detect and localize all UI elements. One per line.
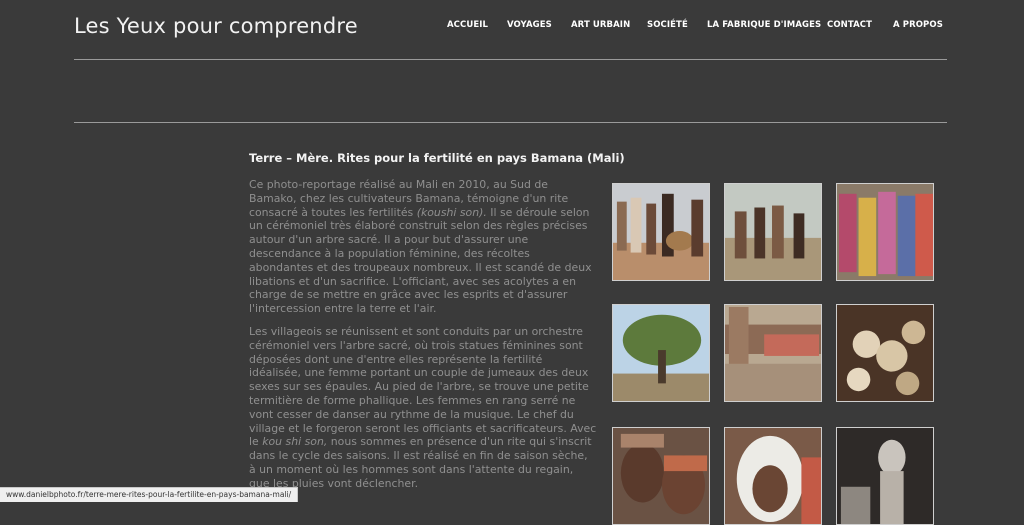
status-bar-url: www.danielbphoto.fr/terre-mere-rites-pou… [0, 487, 299, 502]
gallery-photo-dancers[interactable] [724, 183, 822, 281]
gallery-photo-women[interactable] [836, 183, 934, 281]
gallery-photo-bowls[interactable] [836, 304, 934, 402]
gallery-photo-drummers[interactable] [612, 183, 710, 281]
article-paragraph: Les villageois se réunissent et sont con… [249, 324, 597, 490]
nav-societe[interactable]: SOCIÉTÉ [647, 20, 688, 30]
nav-accueil[interactable]: ACCUEIL [447, 20, 488, 30]
gallery-photo-statue-crowd[interactable] [724, 304, 822, 402]
gallery-photo-wooden-statue[interactable] [836, 427, 934, 525]
header-divider [74, 59, 947, 60]
nav-art-urbain[interactable]: ART URBAIN [571, 20, 630, 30]
nav-contact[interactable]: CONTACT [827, 20, 872, 30]
nav-a-propos[interactable]: A PROPOS [893, 20, 943, 30]
nav-la-fabrique-d-images[interactable]: LA FABRIQUE D'IMAGES [707, 20, 821, 30]
article-paragraph: Ce photo-reportage réalisé au Mali en 20… [249, 178, 592, 316]
article-title: Terre – Mère. Rites pour la fertilité en… [249, 151, 625, 165]
gallery-photo-headscarf-woman[interactable] [724, 427, 822, 525]
gallery-photo-elderly-woman[interactable] [612, 427, 710, 525]
nav-voyages[interactable]: VOYAGES [507, 20, 552, 30]
main-nav: ACCUEIL VOYAGES ART URBAIN SOCIÉTÉ LA FA… [0, 20, 1024, 34]
article-body: Ce photo-reportage réalisé au Mali en 20… [249, 178, 597, 500]
content-divider [74, 122, 947, 123]
gallery-photo-tree[interactable] [612, 304, 710, 402]
